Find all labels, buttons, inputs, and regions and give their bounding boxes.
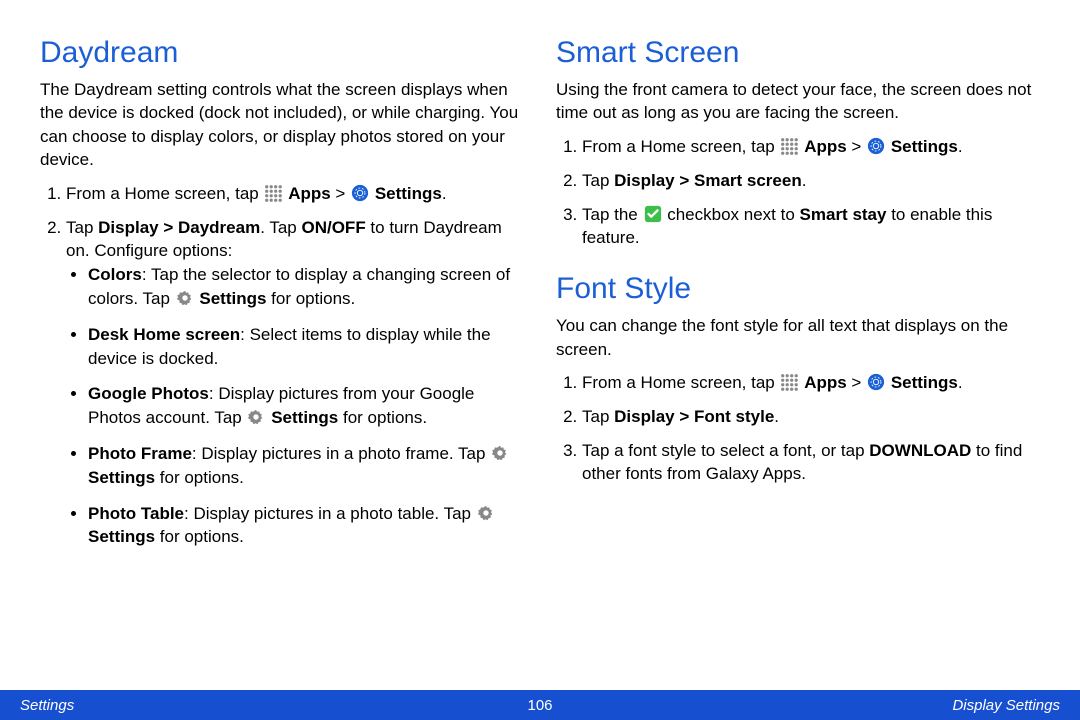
gear-icon xyxy=(176,289,194,307)
opt-google-photos: Google Photos: Display pictures from you… xyxy=(88,382,524,430)
gear-icon xyxy=(491,444,509,462)
settings-badge-icon xyxy=(351,184,369,202)
apps-icon xyxy=(264,184,282,202)
smart-step-2: Tap Display > Smart screen. xyxy=(582,169,1040,193)
opt-desk-home: Desk Home screen: Select items to displa… xyxy=(88,323,524,371)
font-step-2: Tap Display > Font style. xyxy=(582,405,1040,429)
checkbox-icon xyxy=(644,205,662,223)
apps-icon xyxy=(780,137,798,155)
footer-left: Settings xyxy=(20,697,74,714)
footer-right: Display Settings xyxy=(952,697,1060,714)
apps-icon xyxy=(780,373,798,391)
settings-badge-icon xyxy=(867,373,885,391)
font-step-3: Tap a font style to select a font, or ta… xyxy=(582,439,1040,487)
opt-photo-frame: Photo Frame: Display pictures in a photo… xyxy=(88,442,524,490)
heading-daydream: Daydream xyxy=(40,36,524,70)
opt-colors: Colors: Tap the selector to display a ch… xyxy=(88,263,524,311)
smart-screen-intro: Using the front camera to detect your fa… xyxy=(556,78,1040,125)
left-column: Daydream The Daydream setting controls w… xyxy=(40,30,524,720)
opt-photo-table: Photo Table: Display pictures in a photo… xyxy=(88,502,524,550)
gear-icon xyxy=(247,408,265,426)
smart-step-1: From a Home screen, tap Apps > Settings. xyxy=(582,135,1040,159)
daydream-step-2: Tap Display > Daydream. Tap ON/OFF to tu… xyxy=(66,216,524,550)
settings-badge-icon xyxy=(867,137,885,155)
gear-icon xyxy=(477,504,495,522)
manual-page: Daydream The Daydream setting controls w… xyxy=(0,0,1080,720)
daydream-steps: From a Home screen, tap Apps > Settings.… xyxy=(40,182,524,549)
font-style-steps: From a Home screen, tap Apps > Settings.… xyxy=(556,371,1040,486)
heading-smart-screen: Smart Screen xyxy=(556,36,1040,70)
daydream-options: Colors: Tap the selector to display a ch… xyxy=(66,263,524,549)
heading-font-style: Font Style xyxy=(556,272,1040,306)
smart-screen-steps: From a Home screen, tap Apps > Settings.… xyxy=(556,135,1040,250)
page-footer: Settings 106 Display Settings xyxy=(0,690,1080,720)
footer-page-number: 106 xyxy=(527,697,552,714)
font-style-intro: You can change the font style for all te… xyxy=(556,314,1040,361)
daydream-intro: The Daydream setting controls what the s… xyxy=(40,78,524,172)
font-step-1: From a Home screen, tap Apps > Settings. xyxy=(582,371,1040,395)
right-column: Smart Screen Using the front camera to d… xyxy=(556,30,1040,720)
smart-step-3: Tap the checkbox next to Smart stay to e… xyxy=(582,203,1040,251)
daydream-step-1: From a Home screen, tap Apps > Settings. xyxy=(66,182,524,206)
